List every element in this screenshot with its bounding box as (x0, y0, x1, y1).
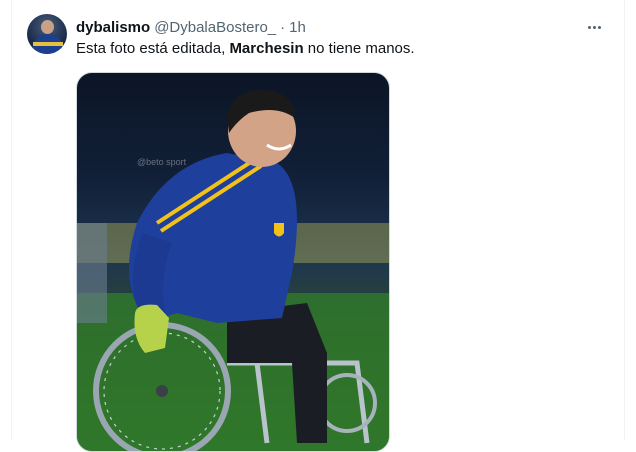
more-horizontal-icon (587, 25, 591, 29)
separator-dot: · (280, 19, 286, 36)
background-person (77, 223, 107, 323)
tweet-photo[interactable]: @beto sport (76, 72, 390, 452)
tweet-text-bold: Marchesin (229, 40, 304, 57)
tweet-text-end: no tiene manos. (303, 40, 415, 57)
photo-watermark: @beto sport (137, 157, 187, 167)
display-name[interactable]: dybalismo (76, 18, 150, 38)
user-handle[interactable]: @DybalaBostero_ (154, 18, 276, 38)
tweet-card[interactable]: dybalismo @DybalaBostero_ · 1h Esta foto… (11, 0, 625, 452)
tweet-header: dybalismo @DybalaBostero_ · 1h (76, 18, 306, 38)
wheel-hub (156, 385, 168, 397)
timestamp[interactable]: 1h (289, 18, 306, 38)
more-options-button[interactable] (582, 17, 606, 37)
photo-illustration: @beto sport (77, 89, 389, 451)
avatar-stripe (33, 42, 63, 46)
more-horizontal-icon-dot (597, 25, 601, 29)
avatar[interactable] (27, 14, 67, 54)
club-badge (274, 223, 284, 237)
tweet-text: Esta foto está editada, Marchesin no tie… (76, 39, 596, 59)
avatar-head (41, 20, 54, 34)
more-horizontal-icon-dot (592, 25, 596, 29)
tweet-text-start: Esta foto está editada, (76, 40, 230, 57)
